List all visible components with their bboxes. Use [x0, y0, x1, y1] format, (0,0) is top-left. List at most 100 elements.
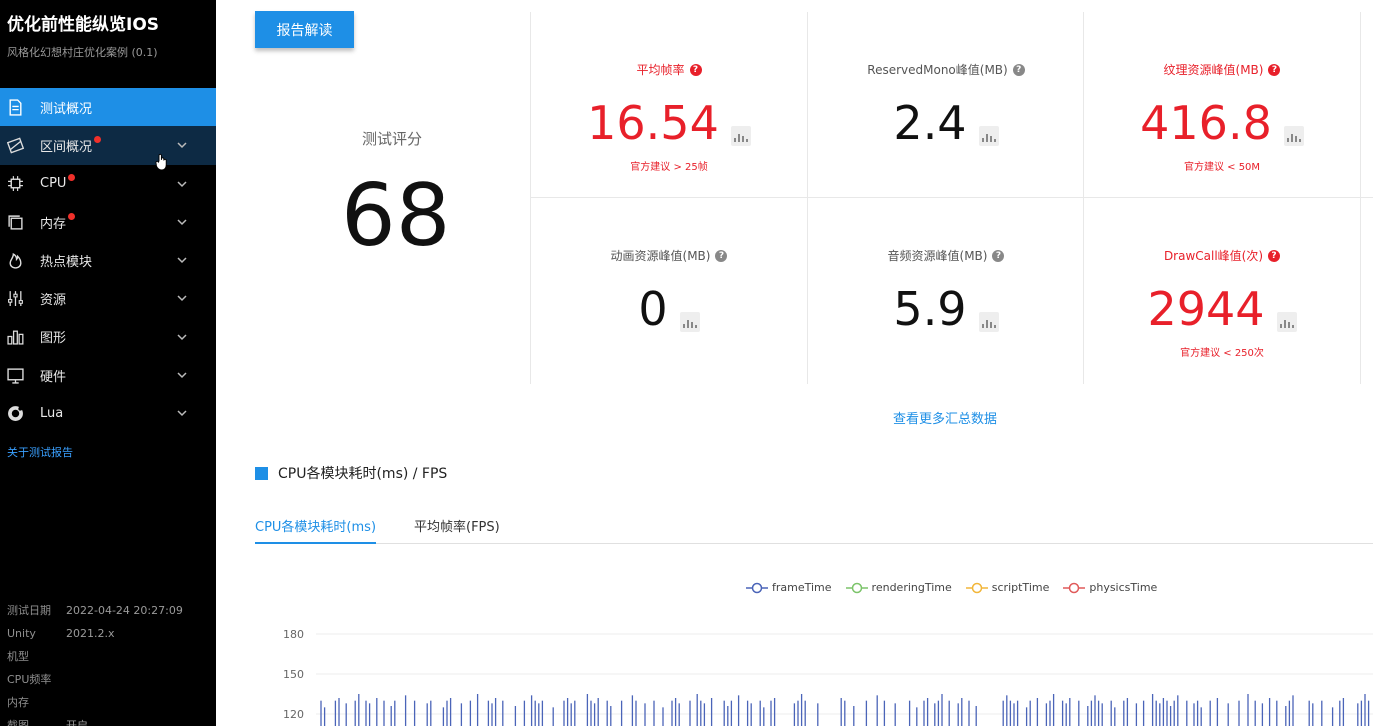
- sidebar-item-label: 硬件: [40, 369, 67, 385]
- meta-key: 测试日期: [7, 604, 51, 617]
- sidebar-item-range-overview[interactable]: 区间概况: [0, 126, 216, 165]
- y-tick-label: 180: [283, 628, 304, 641]
- divider: [530, 197, 1373, 198]
- legend-marker-icon: [1063, 582, 1086, 593]
- chevron-down-icon[interactable]: [176, 292, 188, 304]
- legend-item-frametime[interactable]: frameTime: [746, 581, 832, 594]
- help-icon[interactable]: ?: [715, 249, 728, 262]
- alert-dot: [68, 174, 76, 182]
- meta-row: CPU频率: [7, 668, 183, 691]
- metric-title-text: 动画资源峰值(MB): [610, 249, 711, 263]
- range-icon: [7, 137, 24, 154]
- metric-title-text: 纹理资源峰值(MB): [1163, 63, 1264, 77]
- tab-cpu-module-time[interactable]: CPU各模块耗时(ms): [255, 516, 376, 544]
- help-icon[interactable]: ?: [1012, 63, 1025, 76]
- meta-value: 开启: [66, 719, 88, 726]
- score-value: 68: [341, 166, 451, 266]
- alert-dot: [94, 135, 102, 143]
- metric-value-row: 2.4: [808, 92, 1084, 148]
- sidebar-item-memory[interactable]: 内存: [0, 203, 216, 241]
- sidebar-item-label: Lua: [40, 406, 64, 422]
- test-meta: 测试日期 2022-04-24 20:27:09 Unity 2021.2.x 机型…: [7, 599, 183, 726]
- metric-note: [531, 344, 807, 356]
- alert-dot: [68, 212, 76, 220]
- metric-note: 官方建议 > 25帧: [630, 162, 708, 173]
- sidebar-item-label: 测试概况: [40, 101, 93, 117]
- flame-icon: [7, 252, 24, 269]
- metric-note: [808, 344, 1084, 356]
- sidebar-item-resources[interactable]: 资源: [0, 279, 216, 317]
- main-content: 报告解读 测试评分 68 平均帧率? 16.54 官方建议 > 25帧 Rese…: [216, 0, 1373, 726]
- sidebar-item-label: 资源: [40, 293, 67, 309]
- about-report-link[interactable]: 关于测试报告: [7, 444, 73, 460]
- sidebar-item-label: CPU: [40, 176, 67, 192]
- metric-value-row: 2944: [1084, 278, 1360, 334]
- metric-title-text: DrawCall峰值(次): [1163, 249, 1264, 263]
- legend-label: scriptTime: [991, 581, 1050, 594]
- chevron-down-icon[interactable]: [176, 254, 188, 266]
- help-icon[interactable]: ?: [992, 249, 1005, 262]
- help-icon[interactable]: ?: [1268, 249, 1281, 262]
- chevron-down-icon[interactable]: [176, 216, 188, 228]
- monitor-icon: [7, 367, 24, 384]
- legend-marker-icon: [746, 582, 768, 593]
- tab-avg-fps[interactable]: 平均帧率(FPS): [414, 516, 514, 544]
- bar-chart-icon[interactable]: [1276, 312, 1297, 332]
- sidebar-item-label: 热点模块: [40, 254, 93, 270]
- bar-chart-icon[interactable]: [730, 126, 751, 146]
- meta-key: Unity: [7, 627, 36, 640]
- sidebar-item-label: 内存: [40, 216, 67, 232]
- chevron-down-icon[interactable]: [176, 178, 188, 190]
- memory-icon: [7, 214, 24, 231]
- report-interpretation-button[interactable]: 报告解读: [255, 11, 354, 48]
- sidebar-item-cpu[interactable]: CPU: [0, 165, 216, 203]
- help-icon[interactable]: ?: [689, 63, 702, 76]
- sidebar-item-lua[interactable]: Lua: [0, 394, 216, 432]
- app-title: 优化前性能纵览IOS: [7, 15, 160, 35]
- bar-chart-icon[interactable]: [978, 312, 999, 332]
- bar-chart-icon[interactable]: [1283, 126, 1304, 146]
- chevron-down-icon[interactable]: [176, 139, 188, 151]
- sliders-icon: [7, 290, 24, 307]
- legend-label: frameTime: [772, 581, 832, 594]
- section-title: CPU各模块耗时(ms) / FPS: [278, 466, 448, 482]
- divider: [1360, 12, 1361, 384]
- meta-key: 内存: [7, 696, 29, 709]
- legend-label: renderingTime: [871, 581, 952, 594]
- metric-title: 动画资源峰值(MB)?: [531, 247, 807, 264]
- metric-note: 官方建议 < 50M: [1183, 162, 1261, 173]
- sidebar-item-hardware[interactable]: 硬件: [0, 356, 216, 394]
- help-icon[interactable]: ?: [1268, 63, 1281, 76]
- view-more-summary-link[interactable]: 查看更多汇总数据: [893, 408, 997, 427]
- chevron-down-icon[interactable]: [176, 407, 188, 419]
- metric-value: 5.9: [893, 282, 967, 336]
- chevron-down-icon[interactable]: [176, 369, 188, 381]
- legend-item-renderingtime[interactable]: renderingTime: [845, 581, 952, 594]
- meta-row: 内存: [7, 691, 183, 714]
- y-tick-label: 150: [283, 668, 304, 681]
- legend-item-physicstime[interactable]: physicsTime: [1063, 581, 1157, 594]
- metric-title: DrawCall峰值(次)?: [1084, 247, 1360, 264]
- sidebar-item-graphics[interactable]: 图形: [0, 318, 216, 356]
- metric-card-audio-peak: 音频资源峰值(MB)? 5.9: [808, 247, 1084, 356]
- metric-value: 16.54: [587, 96, 719, 150]
- chart-legend: frameTime renderingTime scriptTime physi…: [746, 581, 1157, 594]
- metric-title-text: 音频资源峰值(MB): [887, 249, 988, 263]
- score-label: 测试评分: [362, 130, 423, 148]
- metric-note: [808, 158, 1084, 170]
- legend-item-scripttime[interactable]: scriptTime: [965, 581, 1050, 594]
- metric-card-animation-peak: 动画资源峰值(MB)? 0: [531, 247, 807, 356]
- metric-value-row: 416.8: [1084, 92, 1360, 148]
- metric-value-row: 0: [531, 278, 807, 334]
- metric-value: 2.4: [893, 96, 967, 150]
- metric-value-row: 16.54: [531, 92, 807, 148]
- meta-row: 截图 开启: [7, 714, 183, 726]
- bar-chart-icon[interactable]: [978, 126, 999, 146]
- bar-chart-icon[interactable]: [679, 312, 700, 332]
- chevron-down-icon[interactable]: [176, 331, 188, 343]
- sidebar-item-hotspot[interactable]: 热点模块: [0, 241, 216, 279]
- legend-label: physicsTime: [1089, 581, 1158, 594]
- metric-value: 2944: [1147, 282, 1265, 336]
- sidebar-item-test-overview[interactable]: 测试概况: [0, 88, 216, 127]
- metric-value: 0: [638, 282, 668, 336]
